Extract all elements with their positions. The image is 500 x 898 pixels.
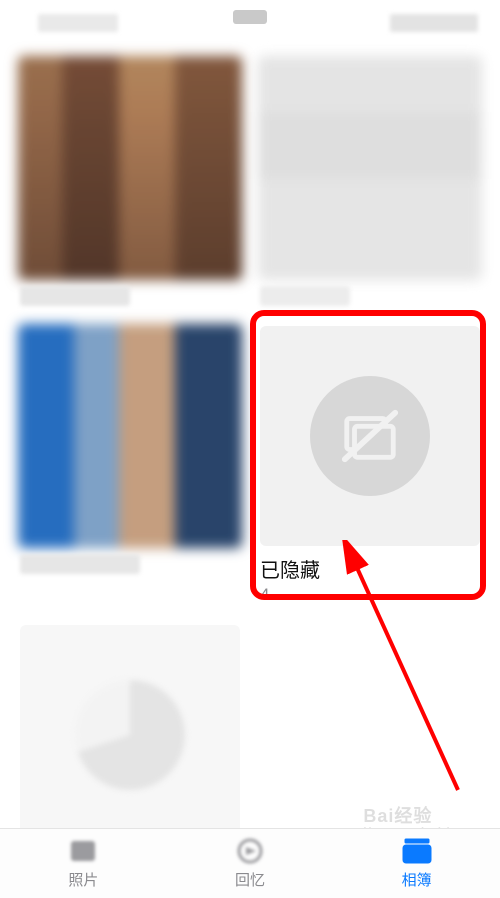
album-thumbnail <box>20 625 240 845</box>
tab-label: 回忆 <box>235 869 265 890</box>
album-count: 4 <box>260 585 480 605</box>
statusbar-right-blurred <box>390 14 478 32</box>
tab-photos[interactable]: 照片 <box>0 829 167 898</box>
album-tile[interactable] <box>20 326 240 605</box>
tab-memories[interactable]: 回忆 <box>167 829 334 898</box>
album-title-blurred <box>20 286 130 306</box>
statusbar-notch <box>233 10 267 24</box>
no-image-icon <box>339 405 401 467</box>
app-screen: { "statusbar": { "carrier_blurred": true… <box>0 0 500 898</box>
tab-bar: 照片 回忆 相簿 <box>0 828 500 898</box>
memories-icon <box>232 837 268 865</box>
tab-albums[interactable]: 相簿 <box>333 829 500 898</box>
album-thumbnail-hidden <box>260 326 480 546</box>
albums-scroll[interactable]: 已隐藏 4 <box>0 58 500 828</box>
album-meta <box>260 286 480 306</box>
album-tile[interactable] <box>20 625 240 845</box>
tab-label: 照片 <box>68 869 98 890</box>
album-thumbnail <box>18 324 242 548</box>
album-meta <box>20 286 240 306</box>
album-title-blurred <box>260 286 350 306</box>
albums-icon <box>399 837 435 865</box>
loading-spinner-icon <box>75 680 185 790</box>
tab-label: 相簿 <box>402 869 432 890</box>
album-title-blurred <box>20 554 140 574</box>
album-thumbnail <box>258 56 482 280</box>
status-bar <box>0 8 500 38</box>
hidden-album-icon <box>310 376 430 496</box>
album-tile[interactable] <box>20 58 240 306</box>
album-tile[interactable] <box>260 58 480 306</box>
album-title: 已隐藏 <box>260 554 480 583</box>
album-thumbnail <box>18 56 242 280</box>
album-meta: 已隐藏 4 <box>260 554 480 605</box>
watermark-brand: Bai经验 <box>363 806 432 826</box>
albums-grid: 已隐藏 4 <box>0 58 500 845</box>
album-hidden[interactable]: 已隐藏 4 <box>260 326 480 605</box>
album-meta <box>20 554 240 574</box>
statusbar-left-blurred <box>38 14 118 32</box>
photos-icon <box>65 837 101 865</box>
